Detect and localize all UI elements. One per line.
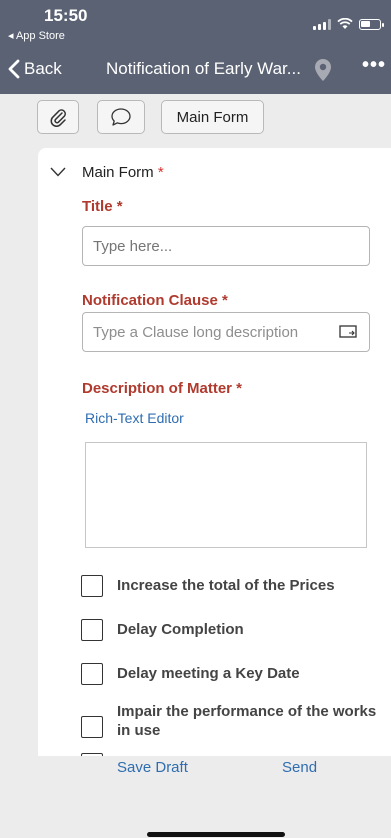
page-title: Notification of Early War... bbox=[106, 59, 301, 78]
checkbox-delay-key-date[interactable]: Delay meeting a Key Date bbox=[81, 660, 300, 685]
collapse-chevron-down-icon[interactable] bbox=[50, 164, 66, 182]
status-time: 15:50 bbox=[44, 6, 88, 25]
title-label: Title * bbox=[82, 198, 123, 215]
section-title: Main Form * bbox=[82, 164, 164, 181]
clause-placeholder: Type a Clause long description bbox=[93, 323, 299, 341]
checkbox-label: Delay Completion bbox=[117, 621, 244, 638]
checkbox[interactable] bbox=[81, 619, 103, 641]
save-draft-button[interactable]: Save Draft bbox=[117, 759, 188, 776]
status-icons bbox=[313, 18, 384, 30]
notification-clause-field[interactable]: Type a Clause long description bbox=[82, 312, 370, 352]
checkbox-label: Delay meeting a Key Date bbox=[117, 665, 300, 682]
nav-bar: Back Notification of Early War... ••• bbox=[0, 48, 391, 94]
speech-bubble-icon bbox=[111, 108, 131, 126]
checkbox[interactable] bbox=[81, 575, 103, 597]
description-text-area[interactable] bbox=[85, 442, 367, 548]
checkbox-delay-completion[interactable]: Delay Completion bbox=[81, 616, 244, 641]
checkbox-label: Impair the performance of the works in u… bbox=[117, 703, 377, 739]
checkbox[interactable] bbox=[81, 663, 103, 685]
section-title-text: Main Form bbox=[82, 164, 154, 181]
notification-clause-label: Notification Clause * bbox=[82, 292, 228, 309]
bottom-action-bar: Save Draft Send bbox=[0, 756, 391, 838]
more-options-button[interactable]: ••• bbox=[362, 54, 386, 77]
select-list-icon[interactable] bbox=[339, 325, 357, 339]
attachment-button[interactable] bbox=[37, 100, 79, 134]
form-area: Main Form * Title * Notification Clause … bbox=[0, 144, 391, 756]
chevron-left-icon bbox=[8, 59, 20, 79]
signal-icon bbox=[313, 18, 331, 30]
home-indicator bbox=[147, 832, 285, 837]
checkbox-increase-prices[interactable]: Increase the total of the Prices bbox=[81, 572, 335, 597]
comment-button[interactable] bbox=[97, 100, 145, 134]
wifi-icon bbox=[337, 18, 353, 29]
battery-icon bbox=[359, 18, 384, 30]
checkbox-label: Increase the total of the Prices bbox=[117, 577, 335, 594]
checkbox[interactable] bbox=[81, 716, 103, 738]
title-input[interactable] bbox=[82, 226, 370, 266]
location-pin-icon[interactable] bbox=[314, 58, 332, 87]
checkbox-impair-performance[interactable]: Impair the performance of the works in u… bbox=[81, 702, 387, 740]
send-button[interactable]: Send bbox=[282, 759, 317, 776]
paperclip-icon bbox=[50, 109, 66, 127]
description-label: Description of Matter * bbox=[82, 380, 243, 397]
rich-text-editor-link[interactable]: Rich-Text Editor bbox=[85, 410, 184, 426]
required-indicator: * bbox=[157, 164, 164, 181]
status-bar: 15:50 ◂ App Store bbox=[0, 0, 391, 48]
tab-main-form[interactable]: Main Form bbox=[161, 100, 264, 134]
toolbar: Main Form bbox=[0, 94, 391, 144]
main-form-card: Main Form * Title * Notification Clause … bbox=[38, 148, 391, 756]
back-to-app-store-link[interactable]: ◂ App Store bbox=[8, 29, 65, 42]
back-button[interactable]: Back bbox=[8, 59, 62, 79]
back-label: Back bbox=[24, 59, 62, 78]
